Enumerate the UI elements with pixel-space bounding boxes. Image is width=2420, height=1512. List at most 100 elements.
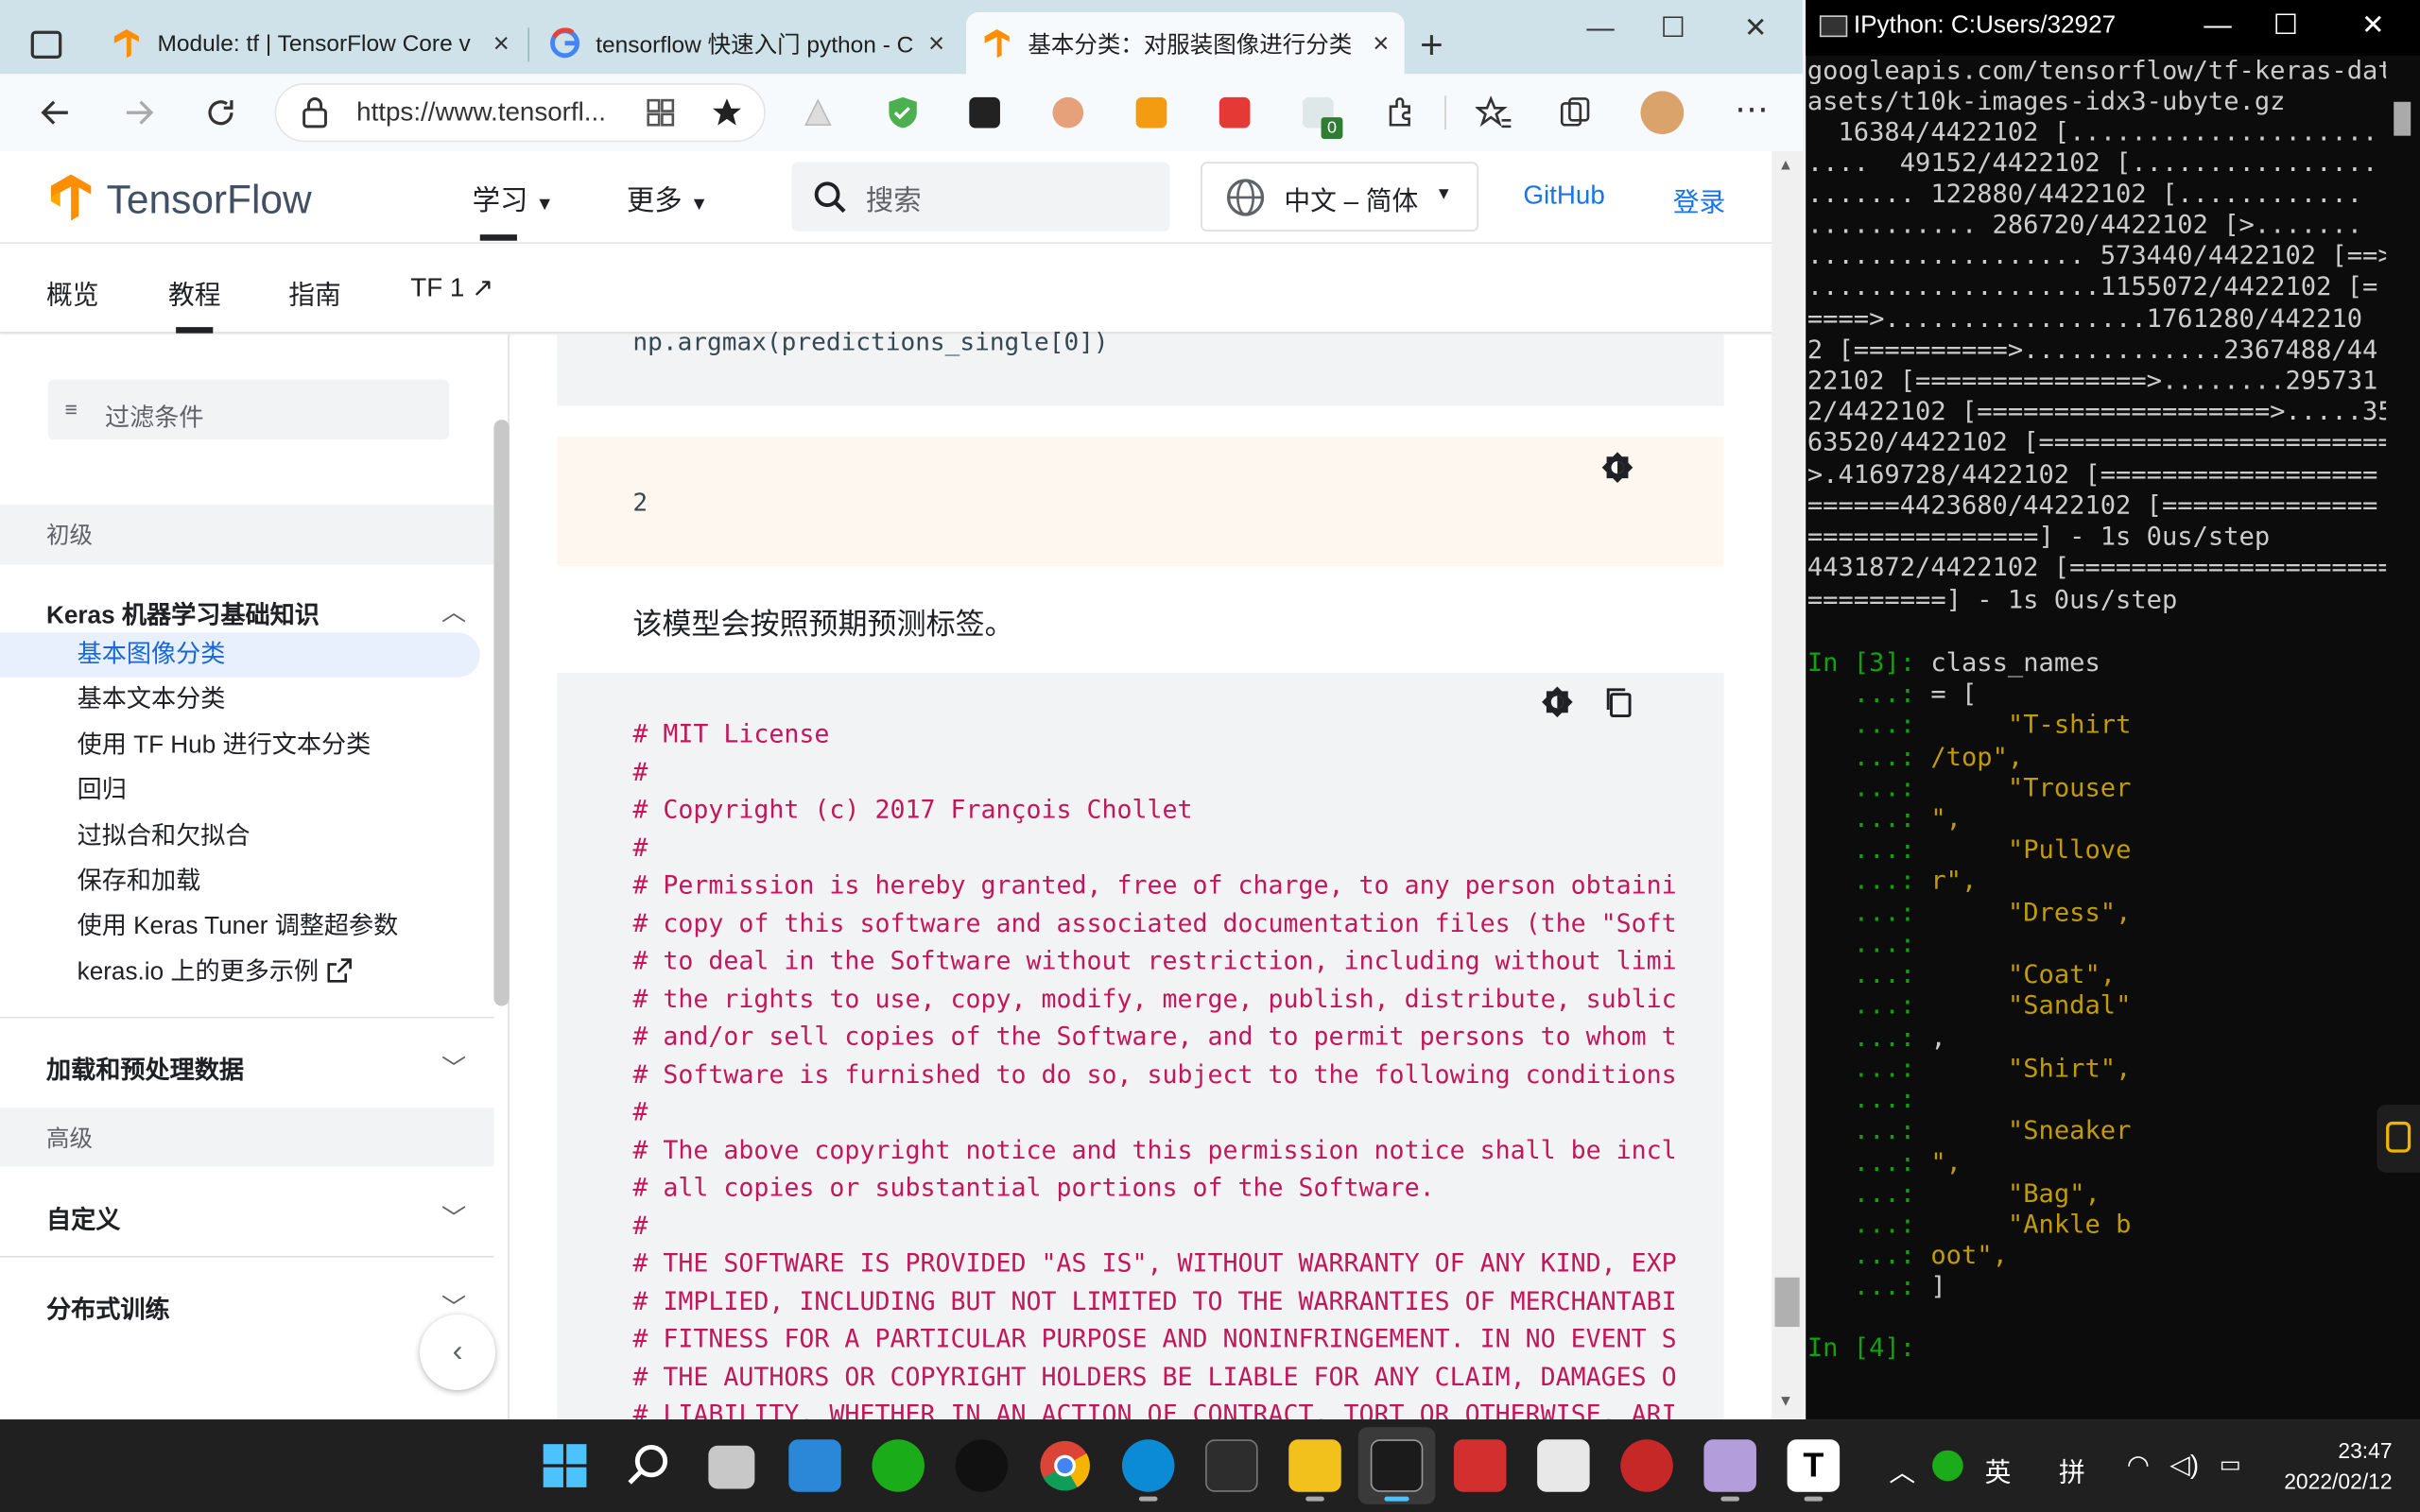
nav-group-load-data[interactable]: 加载和预处理数据 (46, 1049, 244, 1086)
collapse-sidebar-button[interactable]: ‹ (420, 1314, 496, 1391)
nav-item-keras-tuner[interactable]: 使用 Keras Tuner 调整超参数 (78, 904, 399, 949)
tray-wechat-icon[interactable] (1932, 1450, 1963, 1482)
theme-toggle-icon[interactable] (1600, 451, 1634, 485)
lock-icon[interactable] (301, 97, 328, 129)
copy-icon[interactable] (1602, 685, 1636, 719)
terminal-maximize-button[interactable]: ☐ (2273, 9, 2298, 42)
cont-prompt: ...: (1806, 1022, 1931, 1053)
url-text[interactable]: https://www.tensorfl... (356, 97, 606, 129)
system-clock[interactable]: 23:47 2022/02/12 (2269, 1435, 2392, 1496)
ime-lang[interactable]: 英 (1985, 1451, 2012, 1489)
page-scrollbar[interactable] (1772, 150, 1803, 1420)
scroll-down-arrow-icon[interactable]: ▼ (1778, 1393, 1793, 1410)
nav-item-regression[interactable]: 回归 (78, 768, 127, 813)
nav-item-tf-hub-text[interactable]: 使用 TF Hub 进行文本分类 (78, 724, 372, 768)
nav-group-distributed[interactable]: 分布式训练 (46, 1288, 170, 1325)
terminal-scrollbar-thumb[interactable] (2394, 101, 2411, 136)
terminal-icon[interactable] (1205, 1439, 1258, 1492)
close-window-button[interactable]: ✕ (1744, 12, 1768, 44)
scrollbar-thumb[interactable] (1774, 1277, 1800, 1328)
tab-close-icon[interactable]: × (1373, 27, 1389, 60)
favorite-star-icon[interactable] (710, 95, 744, 129)
wechat-icon[interactable] (872, 1439, 925, 1492)
tab-close-icon[interactable]: × (928, 27, 944, 60)
subnav-tutorials[interactable]: 教程 (168, 273, 221, 312)
tab-basic-classification[interactable]: 基本分类：对服装图像进行分类 × (966, 12, 1405, 75)
nav-item-basic-image-classification[interactable]: 基本图像分类 (78, 632, 226, 677)
nav-item-save-load[interactable]: 保存和加载 (78, 859, 201, 903)
refresh-button[interactable] (202, 94, 239, 139)
terminal-cont-line: ...: "T-shirt (1807, 710, 2386, 741)
back-button[interactable] (37, 94, 74, 139)
scroll-up-arrow-icon[interactable]: ▲ (1778, 158, 1793, 175)
maximize-button[interactable]: ☐ (1661, 12, 1685, 44)
profile-avatar[interactable] (1640, 91, 1685, 135)
microsoft-store-icon[interactable] (1537, 1439, 1590, 1492)
subnav-guide[interactable]: 指南 (288, 273, 341, 312)
clipboard-icon[interactable] (2386, 1121, 2411, 1153)
ime-mode[interactable]: 拼 (2059, 1451, 2085, 1489)
minimize-button[interactable]: — (1586, 12, 1614, 44)
nav-item-basic-text-classification[interactable]: 基本文本分类 (78, 678, 226, 722)
new-tab-button[interactable]: + (1420, 22, 1443, 70)
menu-more[interactable]: 更多 ▼ (627, 179, 708, 218)
tab-module-tf[interactable]: Module: tf | TensorFlow Core v × (95, 12, 525, 74)
search-icon[interactable] (625, 1443, 671, 1489)
terminal-minimize-button[interactable]: — (2204, 9, 2231, 42)
menu-learn[interactable]: 学习 ▼ (473, 179, 554, 218)
chevron-down-icon[interactable]: ﹀ (441, 1048, 466, 1085)
more-menu-icon[interactable]: ⋯ (1735, 90, 1769, 129)
chrome-icon[interactable] (1039, 1439, 1092, 1492)
extension-triangle-icon[interactable] (803, 97, 834, 129)
filter-placeholder[interactable]: 过滤条件 (105, 397, 204, 434)
login-link[interactable]: 登录 (1673, 180, 1726, 219)
task-view-icon[interactable] (708, 1445, 755, 1489)
show-hidden-icons-chevron-icon[interactable]: ︿ (1889, 1451, 1915, 1489)
theme-toggle-icon[interactable] (1540, 685, 1574, 719)
adguard-shield-icon[interactable] (886, 95, 920, 129)
pdf-reader-icon[interactable] (1620, 1439, 1673, 1492)
collections-icon[interactable] (1559, 95, 1593, 129)
github-link[interactable]: GitHub (1523, 180, 1604, 212)
extension-l-icon[interactable] (969, 96, 1000, 129)
forward-button[interactable] (120, 94, 157, 139)
extension-fish-icon[interactable] (1135, 96, 1167, 129)
nav-item-keras-io-examples[interactable]: keras.io 上的更多示例 (78, 951, 354, 995)
subnav-tf1[interactable]: TF 1 ↗ (410, 273, 493, 304)
cont-text: , (1930, 1022, 1946, 1053)
cmd-icon[interactable] (1370, 1439, 1424, 1492)
qq-icon[interactable] (955, 1439, 1009, 1492)
app-purple-icon[interactable] (1703, 1439, 1756, 1492)
wifi-icon[interactable]: ◠ (2127, 1451, 2150, 1482)
nav-item-overfit-underfit[interactable]: 过拟合和欠拟合 (78, 815, 251, 859)
tab-actions-icon[interactable] (30, 30, 62, 60)
search-placeholder[interactable]: 搜索 (866, 179, 922, 218)
volume-icon[interactable]: ◁) (2170, 1451, 2200, 1482)
wps-icon[interactable] (1453, 1439, 1507, 1492)
terminal-input-line[interactable]: In [4]: (1807, 1333, 2386, 1365)
windows-start-icon[interactable] (542, 1443, 588, 1489)
tensorflow-logo-icon[interactable] (46, 173, 95, 222)
chevron-up-icon[interactable]: ︿ (441, 591, 466, 627)
subnav-overview[interactable]: 概览 (46, 273, 99, 312)
terminal-close-button[interactable]: ✕ (2361, 9, 2385, 42)
tab-tensorflow-quickstart[interactable]: tensorflow 快速入门 python - C × (534, 12, 960, 74)
tab-close-icon[interactable]: × (493, 27, 510, 60)
edge-icon[interactable] (1121, 1439, 1175, 1492)
nav-group-keras[interactable]: Keras 机器学习基础知识 (46, 594, 320, 631)
extension-face-icon[interactable] (1052, 96, 1084, 129)
widgets-icon[interactable] (788, 1439, 841, 1492)
favorites-icon[interactable] (1475, 95, 1512, 129)
app-available-icon[interactable] (645, 97, 676, 129)
sidebar-scrollbar[interactable] (493, 420, 510, 1006)
typora-icon[interactable]: T (1787, 1439, 1841, 1492)
extension-red-icon[interactable] (1219, 96, 1251, 129)
nav-group-custom[interactable]: 自定义 (46, 1199, 120, 1236)
brand-name[interactable]: TensorFlow (107, 176, 312, 224)
license-line: # (632, 1211, 648, 1241)
chevron-down-icon[interactable]: ﹀ (441, 1197, 466, 1234)
battery-icon[interactable]: ▭ (2220, 1451, 2241, 1478)
extensions-puzzle-icon[interactable] (1384, 95, 1418, 129)
file-explorer-icon[interactable] (1288, 1439, 1341, 1492)
license-line: # Software is furnished to do so, subjec… (632, 1059, 1677, 1090)
